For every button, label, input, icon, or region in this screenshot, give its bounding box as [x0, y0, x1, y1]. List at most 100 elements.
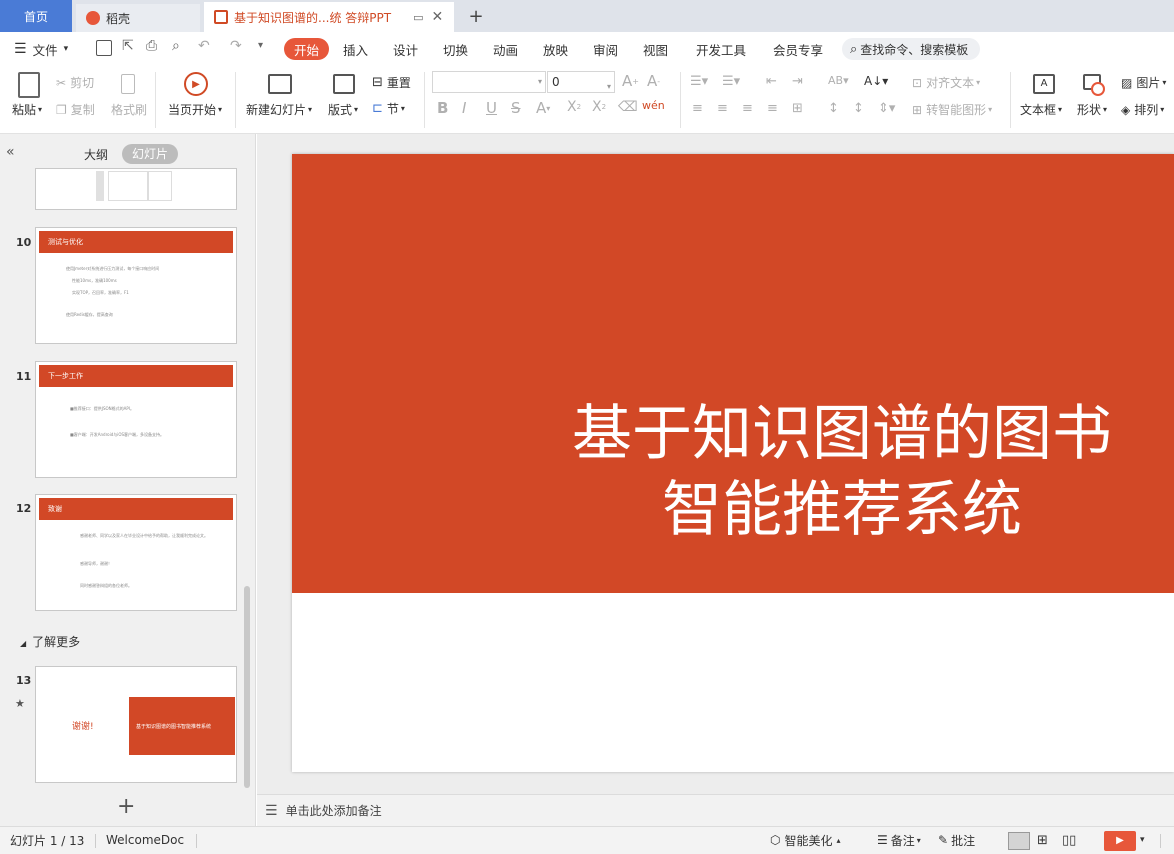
shapes-button[interactable]: 形状 ▾: [1077, 101, 1107, 118]
menu-member[interactable]: 会员专享: [773, 32, 823, 66]
picture-button[interactable]: ▨ 图片 ▾: [1121, 74, 1166, 91]
new-slide-button[interactable]: 新建幻灯片 ▾: [246, 101, 312, 118]
slides-tab[interactable]: 幻灯片: [122, 144, 178, 164]
collapse-panel-icon[interactable]: «: [6, 144, 15, 160]
bold-icon[interactable]: B: [437, 99, 448, 117]
paragraph-spacing-icon[interactable]: ↕: [853, 101, 864, 116]
chevron-down-icon[interactable]: ▾: [1140, 826, 1145, 854]
arrange-button[interactable]: ◈ 排列 ▾: [1121, 101, 1164, 118]
align-left-icon[interactable]: ≡: [692, 101, 703, 116]
phonetic-guide-icon[interactable]: wén: [642, 99, 665, 112]
print-preview-icon[interactable]: ⌕: [172, 38, 180, 54]
play-from-current-button[interactable]: 当页开始 ▾: [168, 101, 222, 118]
panel-scrollbar[interactable]: [244, 586, 250, 788]
strikethrough-icon[interactable]: S: [511, 99, 521, 117]
export-icon[interactable]: ⇱: [122, 38, 134, 54]
menu-review[interactable]: 审阅: [593, 32, 618, 66]
menu-insert-label: 插入: [343, 42, 369, 58]
columns-icon[interactable]: ⇕▾: [878, 101, 895, 116]
slide-thumbnail-13[interactable]: 谢谢! 基于知识图谱的图书智能推荐系统: [35, 666, 237, 783]
cut-button[interactable]: ✂ 剪切: [56, 74, 94, 91]
normal-view-icon[interactable]: [1008, 832, 1030, 850]
decrease-indent-icon[interactable]: ⇤: [766, 74, 777, 89]
menu-design[interactable]: 设计: [393, 32, 418, 66]
comments-button[interactable]: ✎ 批注: [938, 826, 975, 854]
font-color-icon[interactable]: A ▾: [536, 99, 550, 117]
tab-docer[interactable]: 稻壳: [76, 4, 200, 32]
font-size-select[interactable]: 0 ▾: [547, 71, 615, 93]
notes-pane[interactable]: ☰ 单击此处添加备注: [257, 794, 1174, 826]
textbox-button[interactable]: 文本框 ▾: [1020, 101, 1062, 118]
distribute-icon[interactable]: ⊞: [792, 101, 803, 116]
align-right-icon[interactable]: ≡: [742, 101, 753, 116]
quick-access-dropdown-icon[interactable]: ▾: [258, 40, 263, 51]
slide-number-label: 13: [16, 674, 32, 687]
font-family-select[interactable]: ▾: [432, 71, 546, 93]
numbering-icon[interactable]: ☰▾: [722, 74, 740, 89]
eraser-icon[interactable]: ⌫: [618, 99, 638, 115]
layout-button[interactable]: 版式 ▾: [328, 101, 358, 118]
menu-file[interactable]: ☰ 文件 ▾: [14, 32, 68, 66]
superscript-icon[interactable]: X2: [567, 99, 581, 115]
slide-sorter-icon[interactable]: ⊞: [1037, 826, 1048, 854]
section-button[interactable]: ⊏ 节 ▾: [372, 100, 405, 117]
chevron-down-icon: ▾: [38, 105, 43, 114]
undo-icon[interactable]: ↶: [198, 38, 210, 54]
smart-beautify-button[interactable]: ⬡ 智能美化 ▴: [770, 826, 841, 854]
notes-toggle-button[interactable]: ☰ 备注 ▾: [877, 826, 921, 854]
animation-star-icon: ★: [15, 697, 25, 710]
smartart-button[interactable]: ⊞ 转智能图形 ▾: [912, 101, 992, 118]
increase-indent-icon[interactable]: ⇥: [792, 74, 803, 89]
bullets-icon[interactable]: ☰▾: [690, 74, 708, 89]
reset-button[interactable]: ⊟ 重置: [372, 74, 411, 91]
save-icon[interactable]: [96, 40, 112, 56]
menu-animations[interactable]: 动画: [493, 32, 518, 66]
add-slide-icon[interactable]: +: [117, 794, 135, 819]
slide-thumbnail-12[interactable]: 致谢 感谢老师、同学以及家人在毕业设计中给予的帮助，让我顺利完成论文。 感谢导师…: [35, 494, 237, 611]
menu-insert[interactable]: 插入: [343, 32, 368, 66]
slide-thumbnail-11[interactable]: 下一步工作 ■推荐接口：提供JSON格式的API。 ■客户端：开发Android…: [35, 361, 237, 478]
slide-thumbnail-10[interactable]: 测试与优化 使用Jmeter对系统进行压力测试，每个接口响应时间 性能10ms，…: [35, 227, 237, 344]
tab-presentation[interactable]: 基于知识图谱的...统 答辩PPT ▭ ✕: [204, 2, 454, 32]
theme-name[interactable]: WelcomeDoc: [106, 826, 184, 854]
format-painter-label: 格式刷: [111, 103, 148, 117]
notes-toggle-label: 备注: [890, 833, 915, 848]
justify-icon[interactable]: ≡: [767, 101, 778, 116]
reading-view-icon[interactable]: ▯▯: [1062, 826, 1076, 854]
subscript-icon[interactable]: X2: [592, 99, 606, 115]
sort-icon[interactable]: A↓▾: [864, 74, 888, 88]
decrease-font-icon[interactable]: A-: [647, 72, 660, 90]
section-header[interactable]: ◢ 了解更多: [20, 633, 80, 650]
align-center-icon[interactable]: ≡: [717, 101, 728, 116]
slide-title[interactable]: 基于知识图谱的图书 智能推荐系统: [292, 396, 1174, 548]
menu-view[interactable]: 视图: [643, 32, 668, 66]
print-icon[interactable]: ⎙: [146, 38, 157, 54]
format-painter-button[interactable]: 格式刷: [111, 101, 147, 118]
menu-developer[interactable]: 开发工具: [696, 32, 746, 66]
text-direction-icon[interactable]: AB▾: [828, 74, 849, 87]
tab-home-label: 首页: [23, 9, 48, 24]
section-label: 节: [386, 102, 399, 116]
menu-transitions[interactable]: 切换: [443, 32, 468, 66]
slideshow-play-button[interactable]: ▶: [1104, 831, 1136, 851]
outline-tab[interactable]: 大纲: [84, 146, 108, 163]
italic-icon[interactable]: I: [462, 99, 466, 117]
search-box[interactable]: ⌕ 查找命令、搜索模板: [842, 38, 980, 60]
close-icon[interactable]: ✕: [431, 9, 443, 25]
slide-counter-label: 幻灯片 1 / 13: [10, 833, 85, 848]
align-text-button[interactable]: ⊡ 对齐文本 ▾: [912, 74, 980, 91]
comment-icon: ✎: [938, 833, 949, 847]
copy-button[interactable]: ❐ 复制: [56, 101, 95, 118]
redo-icon[interactable]: ↷: [230, 38, 242, 54]
line-spacing-icon[interactable]: ↕: [828, 101, 839, 116]
underline-icon[interactable]: U: [486, 99, 497, 117]
slide-number: 11: [16, 370, 31, 383]
monitor-icon[interactable]: ▭: [413, 11, 423, 24]
menu-slideshow[interactable]: 放映: [543, 32, 568, 66]
increase-font-icon[interactable]: A +: [622, 72, 639, 90]
menu-home[interactable]: 开始: [284, 38, 330, 60]
new-tab-icon[interactable]: +: [466, 4, 486, 28]
paste-button[interactable]: 粘贴 ▾: [12, 101, 42, 118]
slide-thumbnail-9[interactable]: [35, 168, 237, 210]
tab-home[interactable]: 首页: [0, 0, 72, 32]
